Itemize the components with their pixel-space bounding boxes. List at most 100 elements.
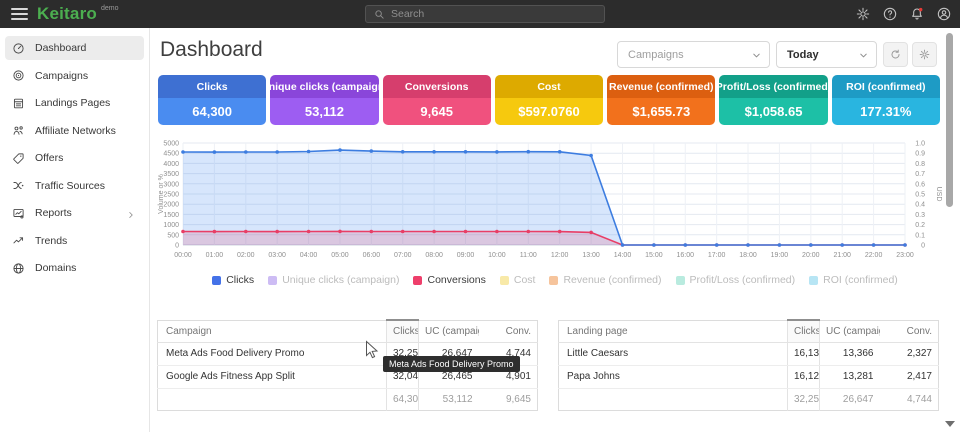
landings-icon: [12, 97, 25, 110]
svg-text:0: 0: [921, 243, 925, 250]
stat-card-clicks[interactable]: Clicks64,300: [158, 75, 266, 125]
column-header-clicks[interactable]: Clicks: [387, 320, 419, 342]
table-row[interactable]: Papa Johns16,12813,2812,417: [559, 365, 939, 388]
legend-item-conversions[interactable]: Conversions: [413, 274, 485, 286]
search-input[interactable]: [391, 8, 581, 20]
cell: 16,128: [788, 365, 820, 388]
sidebar-item-dashboard[interactable]: Dashboard: [5, 36, 144, 60]
stat-card-cost[interactable]: Cost$597.0760: [495, 75, 603, 125]
legend-label: Cost: [514, 274, 536, 286]
total-cell: [158, 388, 387, 410]
svg-text:USD: USD: [935, 187, 942, 202]
stat-card-conversions[interactable]: Conversions9,645: [383, 75, 491, 125]
cell: 16,130: [788, 342, 820, 365]
app-logo[interactable]: Keitaro: [37, 4, 97, 24]
total-cell: 32,258: [788, 388, 820, 410]
svg-text:2500: 2500: [163, 192, 179, 199]
total-cell: 9,645: [479, 388, 538, 410]
cell: 13,281: [820, 365, 880, 388]
sidebar-item-offers[interactable]: Offers: [5, 146, 144, 170]
cell: Papa Johns: [559, 365, 788, 388]
summary-tables-row: CampaignClicksUC (campaign)Conv.Meta Ads…: [157, 319, 939, 411]
refresh-button[interactable]: [883, 42, 908, 67]
dashboard-settings-button[interactable]: [912, 42, 937, 67]
campaigns-filter-value: Campaigns: [628, 49, 684, 61]
svg-text:13:00: 13:00: [582, 252, 600, 259]
sidebar-item-domains[interactable]: Domains: [5, 256, 144, 280]
affiliate-icon: [12, 124, 25, 137]
trends-icon: [12, 234, 25, 247]
svg-text:0.2: 0.2: [915, 222, 925, 229]
gear-icon: [918, 48, 931, 61]
column-header-uc-campaign[interactable]: UC (campaign): [820, 320, 880, 342]
traffic-chart[interactable]: 005000.110000.215000.320000.425000.53000…: [155, 135, 950, 265]
sidebar-item-label: Dashboard: [35, 42, 86, 54]
scroll-down-arrow-icon[interactable]: [945, 421, 955, 427]
reports-icon: [12, 207, 25, 220]
column-header-conv[interactable]: Conv.: [880, 320, 939, 342]
sidebar-item-label: Traffic Sources: [35, 180, 105, 192]
sidebar-item-reports[interactable]: Reports: [5, 201, 144, 225]
legend-item-revenue-confirmed[interactable]: Revenue (confirmed): [549, 274, 661, 286]
svg-text:Volume or %: Volume or %: [158, 174, 165, 214]
svg-text:0.3: 0.3: [915, 212, 925, 219]
svg-text:1.0: 1.0: [915, 141, 925, 148]
svg-text:14:00: 14:00: [614, 252, 632, 259]
menu-toggle-icon[interactable]: [11, 8, 28, 20]
date-range-select[interactable]: Today: [776, 41, 877, 68]
cell: Little Caesars: [559, 342, 788, 365]
sidebar-item-traffic-sources[interactable]: Traffic Sources: [5, 174, 144, 198]
legend-swatch: [676, 276, 685, 285]
stat-card-value: 53,112: [270, 98, 378, 125]
domains-icon: [12, 262, 25, 275]
legend-item-unique-clicks-campaign[interactable]: Unique clicks (campaign): [268, 274, 399, 286]
column-header-landing-page[interactable]: Landing page: [559, 320, 788, 342]
sidebar-item-landings-pages[interactable]: Landings Pages: [5, 91, 144, 115]
legend-swatch: [549, 276, 558, 285]
svg-text:19:00: 19:00: [771, 252, 789, 259]
stat-card-revenue-confirmed[interactable]: Revenue (confirmed)$1,655.73: [607, 75, 715, 125]
chevron-down-icon: [751, 50, 762, 61]
campaigns-icon: [12, 69, 25, 82]
sidebar-item-affiliate-networks[interactable]: Affiliate Networks: [5, 119, 144, 143]
legend-item-cost[interactable]: Cost: [500, 274, 536, 286]
column-header-uc-campaign[interactable]: UC (campaign): [419, 320, 479, 342]
help-icon[interactable]: [882, 6, 898, 22]
legend-item-clicks[interactable]: Clicks: [212, 274, 254, 286]
svg-text:4500: 4500: [163, 151, 179, 158]
campaigns-filter-select[interactable]: Campaigns: [617, 41, 770, 68]
stat-card-roi-confirmed[interactable]: ROI (confirmed)177.31%: [832, 75, 940, 125]
stat-card-value: $1,058.65: [719, 98, 827, 125]
legend-item-profit-loss-confirmed[interactable]: Profit/Loss (confirmed): [676, 274, 796, 286]
totals-row: 32,25826,6474,744: [559, 388, 939, 410]
stat-card-label: Unique clicks (campaign): [270, 75, 378, 98]
stat-card-label: Clicks: [158, 75, 266, 98]
svg-text:4000: 4000: [163, 161, 179, 168]
cell: Google Ads Fitness App Split: [158, 365, 387, 388]
notifications-bell-icon[interactable]: [909, 6, 925, 22]
user-avatar-icon[interactable]: [936, 6, 952, 22]
svg-text:20:00: 20:00: [802, 252, 820, 259]
svg-text:22:00: 22:00: [865, 252, 883, 259]
column-header-campaign[interactable]: Campaign: [158, 320, 387, 342]
legend-label: Revenue (confirmed): [563, 274, 661, 286]
stat-card-label: Cost: [495, 75, 603, 98]
svg-text:0.7: 0.7: [915, 171, 925, 178]
svg-text:0.1: 0.1: [915, 232, 925, 239]
svg-text:3000: 3000: [163, 181, 179, 188]
global-search[interactable]: [365, 5, 605, 23]
legend-item-roi-confirmed[interactable]: ROI (confirmed): [809, 274, 898, 286]
column-header-conv[interactable]: Conv.: [479, 320, 538, 342]
table-row[interactable]: Little Caesars16,13013,3662,327: [559, 342, 939, 365]
sidebar-item-campaigns[interactable]: Campaigns: [5, 64, 144, 88]
stat-card-unique-clicks-campaign[interactable]: Unique clicks (campaign)53,112: [270, 75, 378, 125]
column-header-clicks[interactable]: Clicks: [788, 320, 820, 342]
scrollbar-thumb[interactable]: [946, 33, 953, 207]
page-title: Dashboard: [160, 38, 263, 62]
sidebar-item-label: Landings Pages: [35, 97, 110, 109]
stat-card-profit-loss-confirmed[interactable]: Profit/Loss (confirmed)$1,058.65: [719, 75, 827, 125]
settings-icon[interactable]: [855, 6, 871, 22]
legend-swatch: [809, 276, 818, 285]
sidebar-item-trends[interactable]: Trends: [5, 229, 144, 253]
svg-text:04:00: 04:00: [300, 252, 318, 259]
